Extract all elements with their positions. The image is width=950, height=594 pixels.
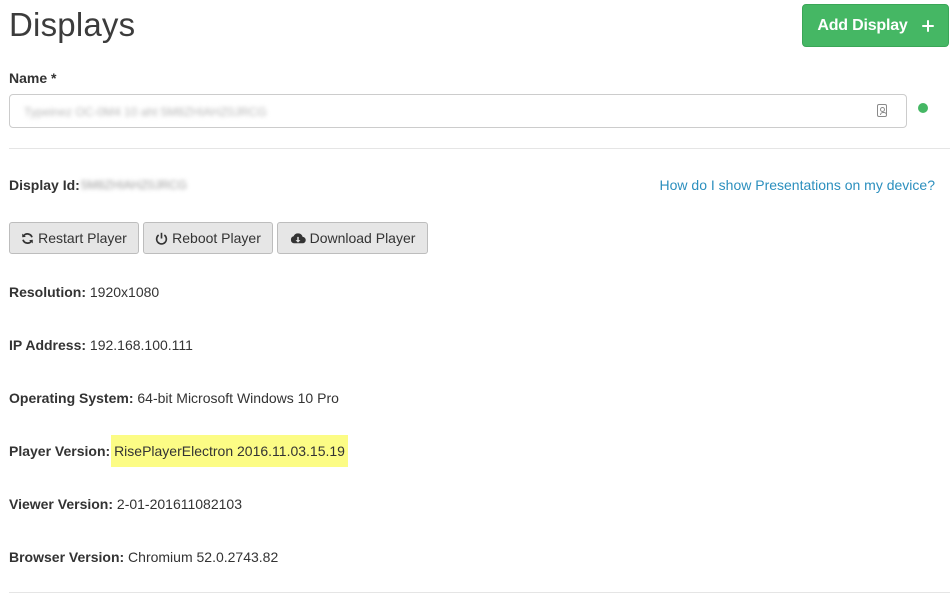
viewer-version-row: Viewer Version: 2-01-201611082103 bbox=[9, 496, 242, 512]
restart-player-label: Restart Player bbox=[38, 230, 127, 246]
resolution-value: 1920x1080 bbox=[89, 284, 160, 300]
add-display-label: Add Display bbox=[817, 16, 908, 34]
online-status-dot-icon bbox=[918, 103, 928, 113]
name-field[interactable] bbox=[9, 94, 907, 128]
divider bbox=[9, 592, 950, 593]
browser-version-value: Chromium 52.0.2743.82 bbox=[128, 549, 279, 565]
add-display-button[interactable]: Add Display bbox=[802, 4, 949, 47]
name-label: Name * bbox=[9, 70, 57, 86]
download-player-label: Download Player bbox=[309, 230, 416, 246]
player-version-label: Player Version: bbox=[9, 443, 111, 459]
operating-system-label: Operating System: bbox=[9, 390, 134, 406]
divider bbox=[9, 148, 950, 149]
viewer-version-value: 2-01-201611082103 bbox=[116, 496, 242, 512]
operating-system-value: 64-bit Microsoft Windows 10 Pro bbox=[137, 390, 339, 406]
reboot-player-button[interactable]: Reboot Player bbox=[143, 222, 273, 254]
download-player-button[interactable]: Download Player bbox=[277, 222, 428, 254]
power-icon bbox=[155, 232, 168, 245]
plus-icon bbox=[921, 19, 934, 32]
cloud-download-icon bbox=[290, 232, 306, 243]
player-version-value: RisePlayerElectron 2016.11.03.15.19 bbox=[111, 435, 348, 467]
help-link[interactable]: How do I show Presentations on my device… bbox=[660, 177, 935, 193]
resolution-row: Resolution: 1920x1080 bbox=[9, 284, 159, 300]
display-id-value: 5M8ZHIAHZ0JRCG bbox=[81, 178, 188, 192]
browser-version-row: Browser Version: Chromium 52.0.2743.82 bbox=[9, 549, 278, 565]
refresh-icon bbox=[22, 232, 33, 244]
resolution-label: Resolution: bbox=[9, 284, 86, 300]
contact-card-icon[interactable] bbox=[877, 104, 887, 117]
restart-player-button[interactable]: Restart Player bbox=[9, 222, 139, 254]
browser-version-label: Browser Version: bbox=[9, 549, 125, 565]
display-id-label: Display Id: bbox=[9, 177, 80, 193]
viewer-version-label: Viewer Version: bbox=[9, 496, 114, 512]
operating-system-row: Operating System: 64-bit Microsoft Windo… bbox=[9, 390, 339, 406]
ip-address-row: IP Address: 192.168.100.111 bbox=[9, 337, 193, 353]
player-version-row: Player Version: RisePlayerElectron 2016.… bbox=[9, 435, 348, 467]
page-title: Displays bbox=[9, 6, 136, 43]
ip-address-value: 192.168.100.111 bbox=[89, 337, 193, 353]
reboot-player-label: Reboot Player bbox=[172, 230, 261, 246]
name-input[interactable] bbox=[22, 101, 866, 123]
ip-address-label: IP Address: bbox=[9, 337, 87, 353]
